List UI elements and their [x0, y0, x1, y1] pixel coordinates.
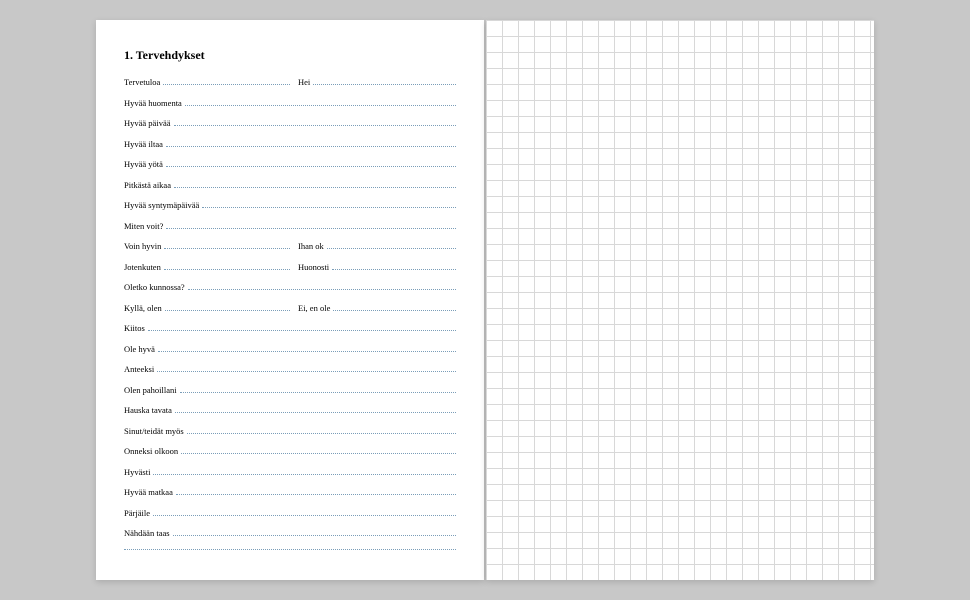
fill-line [158, 351, 456, 352]
fill-line [187, 433, 456, 434]
fill-line [174, 125, 457, 126]
fill-line [157, 371, 456, 372]
vocab-term: Ole hyvä [124, 344, 158, 354]
vocab-row: Hyvää päivää [124, 118, 456, 131]
vocab-half-left: Tervetuloa [124, 77, 290, 87]
vocab-row: Hyvää iltaa [124, 139, 456, 152]
fill-line [181, 453, 456, 454]
vocab-term: Sinut/teidät myös [124, 426, 187, 436]
vocab-term: Tervetuloa [124, 77, 163, 87]
vocab-half-left: Voin hyvin [124, 241, 290, 251]
fill-line [166, 166, 456, 167]
vocab-term: Anteeksi [124, 364, 157, 374]
vocab-term: Olen pahoillani [124, 385, 180, 395]
fill-line [313, 84, 456, 85]
fill-line [153, 474, 456, 475]
vocab-half-left: Kyllä, olen [124, 303, 290, 313]
vocab-half-left: Jotenkuten [124, 262, 290, 272]
vocab-term: Kyllä, olen [124, 303, 165, 313]
vocab-term: Hyvää yötä [124, 159, 166, 169]
fill-line [153, 515, 456, 516]
fill-line [180, 392, 456, 393]
fill-line [174, 187, 456, 188]
vocab-half-right: Hei [290, 77, 456, 87]
fill-line [163, 84, 290, 85]
fill-line [175, 412, 456, 413]
vocab-term: Hyvää päivää [124, 118, 174, 128]
vocab-row: Ole hyvä [124, 344, 456, 357]
fill-line [148, 330, 456, 331]
vocab-half-right: Ihan ok [290, 241, 456, 251]
vocab-term: Pärjäile [124, 508, 153, 518]
vocab-row: Hauska tavata [124, 405, 456, 418]
vocab-term: Hauska tavata [124, 405, 175, 415]
vocab-row: Kyllä, olen Ei, en ole [124, 303, 456, 316]
vocab-term: Nähdään taas [124, 528, 173, 538]
fill-line [185, 105, 456, 106]
fill-line [188, 289, 456, 290]
vocab-term: Hyvää iltaa [124, 139, 166, 149]
vocab-row: Jotenkuten Huonosti [124, 262, 456, 275]
vocab-row: Nähdään taas [124, 528, 456, 541]
vocab-half-right: Huonosti [290, 262, 456, 272]
vocab-term: Huonosti [298, 262, 332, 272]
vocab-term: Oletko kunnossa? [124, 282, 188, 292]
vocab-row: Anteeksi [124, 364, 456, 377]
vocab-row: Hyvää matkaa [124, 487, 456, 500]
grid-paper [486, 20, 874, 580]
vocabulary-lines: Tervetuloa Hei Hyvää huomenta Hyvää päivää H… [124, 77, 456, 562]
fill-line [166, 146, 456, 147]
vocab-row: Sinut/teidät myös [124, 426, 456, 439]
vocab-row: Oletko kunnossa? [124, 282, 456, 295]
vocab-term: Ihan ok [298, 241, 327, 251]
vocab-term: Onneksi olkoon [124, 446, 181, 456]
vocab-row: Hyvää yötä [124, 159, 456, 172]
fill-line [164, 269, 290, 270]
right-page [486, 20, 874, 580]
fill-line [164, 248, 290, 249]
vocab-term: Hyvää huomenta [124, 98, 185, 108]
vocab-row: Hyvää huomenta [124, 98, 456, 111]
fill-line [165, 310, 290, 311]
fill-line [332, 269, 456, 270]
vocab-row [124, 549, 456, 562]
vocab-term: Jotenkuten [124, 262, 164, 272]
vocab-row: Pitkästä aikaa [124, 180, 456, 193]
vocab-row: Miten voit? [124, 221, 456, 234]
vocab-term: Ei, en ole [298, 303, 333, 313]
vocab-term: Hyvää matkaa [124, 487, 176, 497]
vocab-row: Hyvästi [124, 467, 456, 480]
fill-line [173, 535, 456, 536]
vocab-term: Hyvää syntymäpäivää [124, 200, 202, 210]
fill-line [166, 228, 456, 229]
fill-line [327, 248, 456, 249]
vocab-row: Voin hyvin Ihan ok [124, 241, 456, 254]
vocab-row: Onneksi olkoon [124, 446, 456, 459]
vocab-term: Hei [298, 77, 313, 87]
page-spread: 1. Tervehdykset Tervetuloa Hei Hyvää huome… [96, 20, 874, 580]
fill-line [333, 310, 456, 311]
fill-line [202, 207, 456, 208]
left-page: 1. Tervehdykset Tervetuloa Hei Hyvää huome… [96, 20, 484, 580]
section-heading: 1. Tervehdykset [124, 48, 456, 63]
fill-line [176, 494, 456, 495]
vocab-half-right: Ei, en ole [290, 303, 456, 313]
vocab-row: Pärjäile [124, 508, 456, 521]
vocab-term: Miten voit? [124, 221, 166, 231]
vocab-row: Tervetuloa Hei [124, 77, 456, 90]
fill-line [124, 549, 456, 550]
vocab-term: Kiitos [124, 323, 148, 333]
vocab-term: Voin hyvin [124, 241, 164, 251]
vocab-term: Hyvästi [124, 467, 153, 477]
vocab-row: Olen pahoillani [124, 385, 456, 398]
vocab-term: Pitkästä aikaa [124, 180, 174, 190]
vocab-row: Hyvää syntymäpäivää [124, 200, 456, 213]
vocab-row: Kiitos [124, 323, 456, 336]
